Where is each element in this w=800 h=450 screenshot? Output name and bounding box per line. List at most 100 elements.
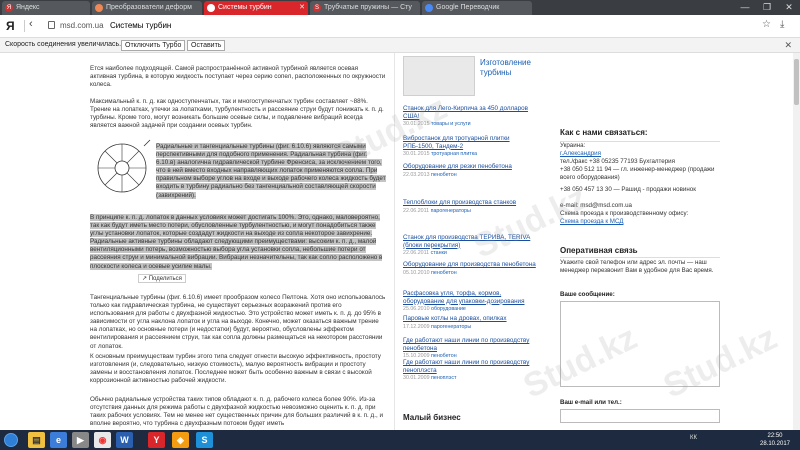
clock[interactable]: 22:50 28.10.2017 [756,432,794,448]
news-item: Оборудование для производства пенобетона… [403,261,538,276]
news-category-link[interactable]: парогенераторы [431,324,471,330]
feature-link[interactable]: Изготовление турбины [480,58,538,78]
skype-icon[interactable]: S [196,432,213,448]
close-window-button[interactable]: ✕ [778,0,800,15]
window-controls: — ❐ ✕ [734,0,800,15]
news-meta: 17.12.2009 парогенераторы [403,324,538,330]
minimize-button[interactable]: — [734,0,756,15]
feedback-heading: Оперативная связь [560,246,638,255]
news-item: Где работают наши линии по производству … [403,337,538,359]
contact-line: Украина: [560,142,586,149]
news-title-link[interactable]: Расфасовка угля, торфа, кормов, оборудов… [403,290,538,305]
map-link[interactable]: Схема проезда к МСД [560,218,720,226]
tab-google-translate[interactable]: Google Переводчик [422,1,532,15]
scrollbar[interactable] [793,53,800,430]
email-label: Ваш e-mail или тел.: [560,399,622,406]
article-paragraph: К основным преимуществам турбин этого ти… [90,353,381,385]
feedback-intro: Укажите свой телефон или адрес эл. почты… [560,259,714,274]
lock-icon[interactable] [48,21,55,29]
news-title-link[interactable]: Где работают наши линии по производству … [403,337,538,352]
news-title-link[interactable]: Паровые котлы на дровах, опилках [403,315,538,323]
divider [560,257,720,258]
back-arrow-icon[interactable]: ‹ [29,18,33,30]
tab-converters[interactable]: Преобразователи деформ [92,1,202,15]
news-meta: 25.06.2010 оборудование [403,306,538,312]
news-date: 22.03.2013 [403,171,430,178]
disable-turbo-button[interactable]: Отключить Турбо [121,40,186,51]
yandex-tab-icon: Я [5,4,13,12]
stud-tab-icon: S [313,4,321,12]
news-title-link[interactable]: Теплоблоки для производства станков [403,199,538,207]
scrollbar-thumb[interactable] [794,59,799,105]
page-tab-icon [95,4,103,12]
page-tab-icon [207,4,215,12]
start-button[interactable] [4,433,18,447]
news-item: Расфасовка угля, торфа, кормов, оборудов… [403,290,538,312]
article-paragraph-highlighted: В принципе к. п. д. лопаток в данных усл… [90,214,383,270]
contact-city-link[interactable]: г.Александрия [560,150,720,158]
browser-icon[interactable]: e [50,432,67,448]
news-category-link[interactable]: оборудование [431,306,466,312]
downloads-icon[interactable]: ⤓ [780,19,784,30]
message-label: Ваше сообщение: [560,291,615,298]
news-meta: 22.06.2011 станки [403,250,538,256]
feature-thumbnail[interactable] [403,56,475,96]
news-title-link[interactable]: Оборудование для производства пенобетона [403,261,538,269]
email-field[interactable] [560,409,720,423]
news-meta: 30.01.2009 пеноплэст [403,375,538,381]
language-indicator[interactable]: КК [690,435,697,441]
turbine-figure [97,139,151,193]
news-meta: 30.01.2015 тротуарная плитка [403,151,538,157]
news-item: Паровые котлы на дровах, опилках 17.12.20… [403,315,538,330]
tab-turbine-systems[interactable]: Системы турбин ✕ [204,1,308,15]
small-business-heading: Малый бизнес [403,413,461,422]
news-meta: 22.03.2013 пенобетон [403,172,538,178]
turbo-notification-bar: Скорость соединения увеличилась. Отключи… [0,38,800,53]
clock-date: 28.10.2017 [759,441,791,447]
maximize-button[interactable]: ❐ [756,0,778,15]
news-category-link[interactable]: тротуарная плитка [431,151,477,157]
article-paragraph: Максимальный к. п. д. как одноступенчаты… [90,98,384,130]
media-icon[interactable]: ▶ [72,432,89,448]
news-item: Оборудование для резки пенобетона 22.03.2… [403,163,538,178]
app-icon[interactable]: ◈ [172,432,189,448]
url-domain[interactable]: msd.com.ua [60,21,104,30]
translate-tab-icon [425,4,433,12]
news-date: 30.01.2009 [403,375,430,381]
article-paragraph: Обычно радиальные устройства таких типов… [90,396,383,428]
url-page-title[interactable]: Системы турбин [110,21,171,30]
taskbar: ▤ e ▶ ◉ W Y ◈ S КК 22:50 28.10.2017 [0,430,800,450]
news-date: 05.10.2010 [403,269,430,276]
article: Ется наиболее подходящей. Самой распрост… [90,53,392,430]
news-date: 30.01.2015 [403,151,430,157]
news-category-link[interactable]: пенобетон [431,172,457,178]
news-item: Вибростанок для тротуарной плитки РПБ-15… [403,135,538,157]
close-tab-icon[interactable]: ✕ [299,1,305,15]
article-paragraph: Ется наиболее подходящей. Самой распрост… [90,65,386,89]
news-category-link[interactable]: станки [431,250,447,256]
news-category-link[interactable]: пеноплэст [431,375,456,381]
chrome-icon[interactable]: ◉ [94,432,111,448]
article-paragraph: Тангенциальные турбины (фиг. 6.10.6) име… [90,294,386,350]
tab-tubular-springs[interactable]: S Трубчатые пружины — Сту [310,1,420,15]
file-explorer-icon[interactable]: ▤ [28,432,45,448]
share-button[interactable]: ↗ Поделиться [138,274,186,283]
tab-yandex[interactable]: Я Яндекс [2,1,90,15]
bookmark-star-icon[interactable]: ☆ [762,19,771,30]
news-date: 17.12.2009 [403,323,430,330]
yandex-home-button[interactable]: Я [6,19,15,33]
news-category-link[interactable]: пенобетон [431,270,457,276]
news-date: 25.06.2010 [403,306,430,312]
yandex-browser-icon[interactable]: Y [148,432,165,448]
news-category-link[interactable]: парогенераторы [431,208,471,214]
tab-bar: Я Яндекс Преобразователи деформ Системы т… [0,0,800,15]
address-bar: Я ‹ msd.com.ua Системы турбин ☆ ⤓ [0,15,800,38]
word-icon[interactable]: W [116,432,133,448]
news-date: 22.06.2011 [403,250,430,256]
contact-line: +38 050 457 13 30 — Рашид - продажи нови… [560,186,696,193]
contact-line: +38 050 512 11 94 — гл. инженер-менеджер… [560,166,715,181]
contact-line: тел./факс +38 05235 77193 Бухгалтерия [560,158,675,165]
close-icon[interactable]: ✕ [784,40,792,51]
news-title-link[interactable]: Оборудование для резки пенобетона [403,163,538,171]
keep-turbo-button[interactable]: Оставить [187,40,226,51]
